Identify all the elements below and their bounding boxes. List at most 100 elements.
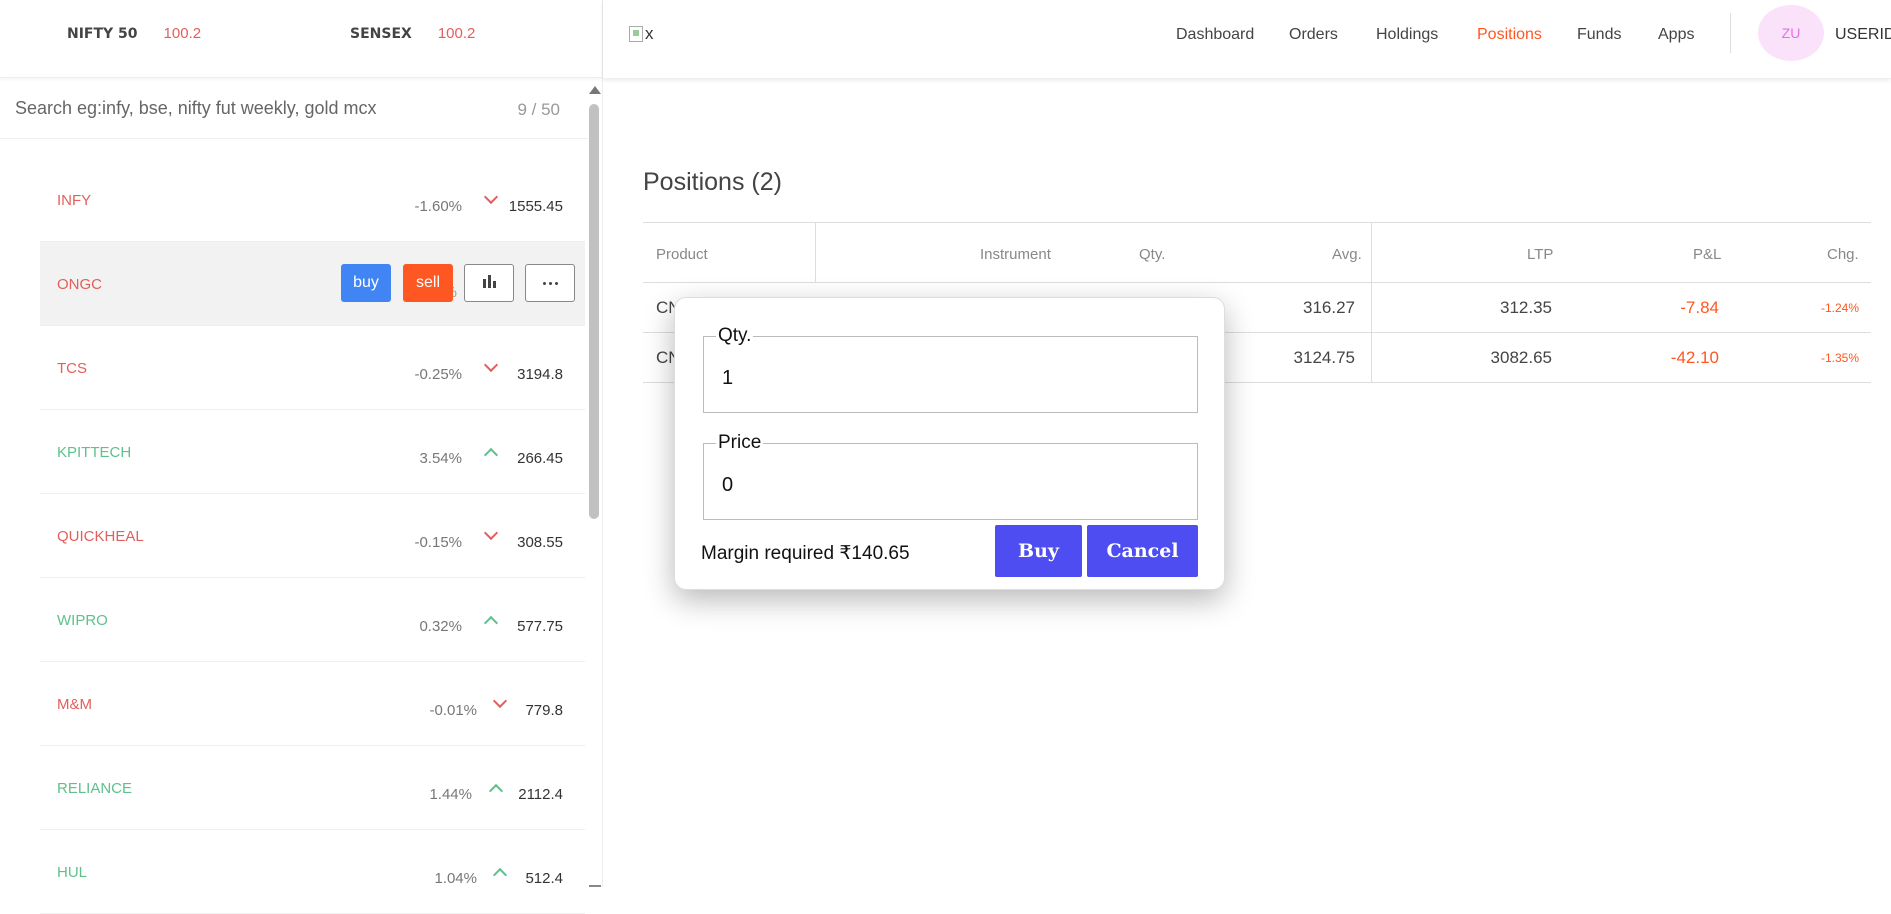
list-item[interactable]: WIPRO 0.32% 577.75 — [40, 578, 585, 662]
nav-orders[interactable]: Orders — [1289, 26, 1338, 44]
list-item[interactable]: QUICKHEAL -0.15% 308.55 — [40, 494, 585, 578]
index-name: SENSEX — [350, 25, 412, 42]
qty-input[interactable]: 1 — [722, 367, 733, 390]
price-field[interactable]: Price 0 — [703, 432, 1198, 520]
search-bar: 9 / 50 — [0, 78, 588, 139]
index-nifty[interactable]: NIFTY 50 100.2 — [67, 25, 201, 42]
ltp-cell: 312.35 — [1500, 298, 1552, 317]
percent-change: 1.44% — [429, 786, 472, 803]
pnl-cell: -7.84 — [1680, 298, 1719, 317]
margin-required: Margin required ₹140.65 — [701, 543, 910, 564]
watchlist-count: 9 / 50 — [517, 100, 560, 119]
column-header-pnl[interactable]: P&L — [1693, 246, 1721, 263]
nav-funds[interactable]: Funds — [1577, 26, 1621, 44]
index-value: 100.2 — [437, 25, 476, 42]
index-sensex[interactable]: SENSEX 100.2 — [350, 25, 475, 42]
top-navigation: x Dashboard Orders Holdings Positions Fu… — [603, 0, 1891, 79]
ltp-cell: 3082.65 — [1490, 348, 1552, 367]
column-header-avg[interactable]: Avg. — [1332, 246, 1362, 263]
ellipsis-icon — [554, 281, 558, 285]
avatar[interactable]: ZU — [1758, 5, 1824, 61]
page-title: Positions (2) — [643, 168, 782, 196]
logo-alt-text: x — [645, 24, 654, 43]
column-header-ltp[interactable]: LTP — [1527, 246, 1553, 263]
percent-change: -0.15% — [414, 534, 462, 551]
last-price: 577.75 — [517, 618, 563, 635]
nav-positions[interactable]: Positions — [1477, 26, 1542, 44]
last-price: 3194.8 — [517, 366, 563, 383]
arrow-up-icon — [488, 783, 504, 799]
percent-change: 3.54% — [419, 450, 462, 467]
confirm-buy-button[interactable]: Buy — [995, 525, 1082, 577]
instrument-symbol: RELIANCE — [57, 780, 133, 797]
arrow-down-icon — [483, 189, 499, 205]
scroll-thumb[interactable] — [589, 104, 599, 519]
qty-field[interactable]: Qty. 1 — [703, 325, 1198, 413]
arrow-down-icon — [483, 357, 499, 373]
chg-cell: -1.35% — [1820, 351, 1859, 365]
last-price: 2112.4 — [518, 786, 563, 803]
list-item[interactable]: M&M -0.01% 779.8 — [40, 662, 585, 746]
list-item[interactable]: KPITTECH 3.54% 266.45 — [40, 410, 585, 494]
table-header: Product Instrument Qty. Avg. LTP P&L Chg… — [643, 222, 1871, 283]
instrument-symbol: QUICKHEAL — [57, 528, 144, 545]
chg-cell: -1.24% — [1820, 301, 1859, 315]
percent-change: 1.04% — [434, 870, 477, 887]
logo[interactable]: x — [629, 24, 654, 44]
qty-label: Qty. — [716, 325, 754, 347]
sell-button[interactable]: sell — [403, 264, 453, 302]
percent-change: -1.60% — [414, 198, 462, 215]
column-header-instrument[interactable]: Instrument — [980, 246, 1051, 263]
arrow-down-icon — [483, 525, 499, 541]
arrow-up-icon — [483, 447, 499, 463]
bar-chart-icon — [487, 275, 491, 288]
percent-change: -0.01% — [429, 702, 477, 719]
ellipsis-icon — [542, 281, 546, 285]
list-item[interactable]: INFY -1.60% 1555.45 — [40, 158, 585, 242]
list-item[interactable]: ONGC 0% buy sell — [40, 242, 585, 326]
user-id[interactable]: USERID — [1835, 26, 1891, 44]
pnl-cell: -42.10 — [1670, 348, 1719, 367]
scroll-up-icon[interactable] — [589, 86, 601, 94]
nav-dashboard[interactable]: Dashboard — [1176, 26, 1254, 44]
last-price: 512.4 — [525, 870, 563, 887]
watchlist-scrollbar[interactable] — [587, 82, 601, 887]
bar-chart-icon — [482, 279, 486, 288]
avg-cell: 316.27 — [1303, 298, 1355, 317]
watchlist: INFY -1.60% 1555.45 ONGC 0% buy sell TCS… — [40, 158, 585, 914]
instrument-symbol: HUL — [57, 864, 88, 881]
cancel-button[interactable]: Cancel — [1087, 525, 1198, 577]
instrument-symbol: ONGC — [57, 276, 102, 293]
more-options-button[interactable] — [525, 264, 575, 302]
marketwatch-panel: NIFTY 50 100.2 SENSEX 100.2 9 / 50 INFY … — [0, 0, 603, 914]
list-item[interactable]: TCS -0.25% 3194.8 — [40, 326, 585, 410]
broken-image-icon — [629, 26, 643, 42]
nav-apps[interactable]: Apps — [1658, 26, 1694, 44]
last-price: 266.45 — [517, 450, 563, 467]
index-bar: NIFTY 50 100.2 SENSEX 100.2 — [0, 0, 602, 78]
nav-holdings[interactable]: Holdings — [1376, 26, 1438, 44]
index-name: NIFTY 50 — [67, 25, 138, 42]
instrument-symbol: TCS — [57, 360, 87, 377]
instrument-symbol: WIPRO — [57, 612, 108, 629]
search-input[interactable] — [0, 97, 480, 119]
column-header-qty[interactable]: Qty. — [1139, 246, 1165, 263]
column-header-chg[interactable]: Chg. — [1827, 246, 1859, 263]
buy-button[interactable]: buy — [341, 264, 391, 302]
instrument-symbol: INFY — [57, 192, 92, 209]
instrument-symbol: M&M — [57, 696, 92, 713]
chart-button[interactable] — [464, 264, 514, 302]
price-input[interactable]: 0 — [722, 474, 733, 497]
price-label: Price — [716, 432, 764, 454]
arrow-up-icon — [483, 615, 499, 631]
arrow-up-icon — [492, 867, 508, 883]
column-header-product[interactable]: Product — [656, 246, 708, 263]
list-item[interactable]: RELIANCE 1.44% 2112.4 — [40, 746, 585, 830]
arrow-down-icon — [492, 693, 508, 709]
bar-chart-icon — [492, 281, 496, 288]
list-item[interactable]: HUL 1.04% 512.4 — [40, 830, 585, 914]
last-price: 779.8 — [525, 702, 563, 719]
index-value: 100.2 — [163, 25, 202, 42]
nav-divider — [1730, 13, 1731, 53]
avg-cell: 3124.75 — [1293, 348, 1355, 367]
